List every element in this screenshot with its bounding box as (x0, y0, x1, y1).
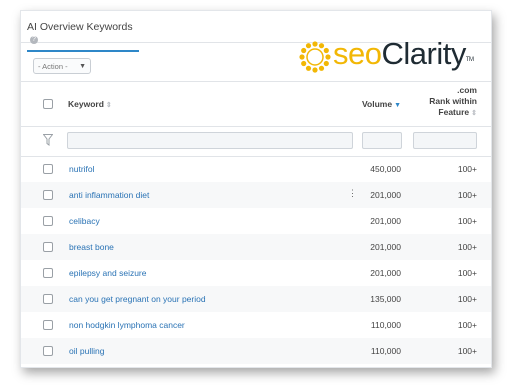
row-checkbox[interactable] (43, 294, 53, 304)
volume-value: 110,000 (370, 320, 401, 330)
volume-value: 201,000 (370, 190, 401, 200)
keyword-link[interactable]: anti inflammation diet (69, 190, 149, 200)
rank-value: 100+ (457, 294, 477, 304)
select-all-checkbox[interactable] (43, 99, 53, 109)
rank-filter-input[interactable] (413, 132, 477, 149)
rank-value: 100+ (457, 190, 477, 200)
keyword-link[interactable]: non hodgkin lymphoma cancer (69, 320, 185, 330)
rank-value: 100+ (457, 242, 477, 252)
column-header-volume[interactable]: Volume ▼ (362, 99, 401, 109)
row-checkbox[interactable] (43, 346, 53, 356)
tab-ai-overview-keywords[interactable]: AI Overview Keywords? (27, 21, 139, 52)
rank-value: 100+ (457, 346, 477, 356)
rank-value: 100+ (457, 216, 477, 226)
table-row[interactable]: epilepsy and seizure 201,000 100+ (21, 260, 491, 286)
rank-value: 100+ (457, 268, 477, 278)
sort-icon: ⇕ (105, 102, 112, 109)
volume-header-label: Volume (362, 99, 393, 109)
sort-icon: ⇕ (471, 110, 477, 117)
sort-desc-icon: ▼ (394, 102, 402, 109)
logo-clarity: Clarity (381, 36, 466, 71)
filter-icon[interactable] (43, 134, 53, 146)
logo-seo: seo (333, 36, 382, 71)
table-row[interactable]: oil pulling 110,000 100+ (21, 338, 491, 364)
sun-logo-icon (299, 41, 331, 73)
volume-value: 110,000 (370, 346, 401, 356)
action-dropdown[interactable]: - Action - ▼ (33, 58, 91, 74)
ai-overview-keywords-panel: AI Overview Keywords? seoClarityTM - Act… (20, 10, 492, 368)
rank-header-line2: Rank within (429, 96, 477, 106)
row-checkbox[interactable] (43, 320, 53, 330)
filter-row (21, 126, 491, 157)
table-row[interactable]: can you get pregnant on your period 135,… (21, 286, 491, 312)
keyword-filter-input[interactable] (67, 132, 353, 149)
rank-header-line1: .com (457, 85, 477, 95)
row-checkbox[interactable] (43, 190, 53, 200)
keyword-link[interactable]: breast bone (69, 242, 114, 252)
keyword-link[interactable]: can you get pregnant on your period (69, 294, 206, 304)
row-checkbox[interactable] (43, 268, 53, 278)
column-header-keyword[interactable]: Keyword ⇕ (68, 99, 112, 109)
table-row[interactable]: celibacy 201,000 100+ (21, 208, 491, 234)
table-row[interactable]: breast bone 201,000 100+ (21, 234, 491, 260)
table-row[interactable]: anti inflammation diet ⋮ 201,000 100+ (21, 182, 491, 208)
logo-trademark: TM (465, 57, 474, 63)
column-header-rank[interactable]: .com Rank within Feature ⇕ (415, 85, 477, 119)
keyword-link[interactable]: epilepsy and seizure (69, 268, 147, 278)
seoclarity-logo: seoClarityTM (299, 37, 479, 73)
volume-filter-input[interactable] (362, 132, 402, 149)
volume-value: 201,000 (370, 268, 401, 278)
table-row[interactable]: nutrifol 450,000 100+ (21, 156, 491, 182)
table-row[interactable]: non hodgkin lymphoma cancer 110,000 100+ (21, 312, 491, 338)
rank-value: 100+ (457, 164, 477, 174)
chevron-down-icon: ▼ (79, 63, 86, 70)
help-icon[interactable]: ? (30, 36, 38, 44)
volume-value: 450,000 (370, 164, 401, 174)
row-checkbox[interactable] (43, 164, 53, 174)
row-checkbox[interactable] (43, 242, 53, 252)
volume-value: 135,000 (370, 294, 401, 304)
volume-value: 201,000 (370, 242, 401, 252)
keyword-link[interactable]: nutrifol (69, 164, 95, 174)
table-header: Keyword ⇕ Volume ▼ .com Rank within Featur… (21, 81, 491, 127)
row-checkbox[interactable] (43, 216, 53, 226)
rank-header-line3: Feature (438, 107, 470, 117)
rank-value: 100+ (457, 320, 477, 330)
action-dropdown-value: - Action - (38, 62, 68, 71)
volume-value: 201,000 (370, 216, 401, 226)
tab-label: AI Overview Keywords (27, 21, 133, 33)
logo-wordmark: seoClarityTM (333, 37, 474, 71)
keyword-link[interactable]: celibacy (69, 216, 100, 226)
keyword-header-label: Keyword (68, 99, 104, 109)
keyword-link[interactable]: oil pulling (69, 346, 104, 356)
